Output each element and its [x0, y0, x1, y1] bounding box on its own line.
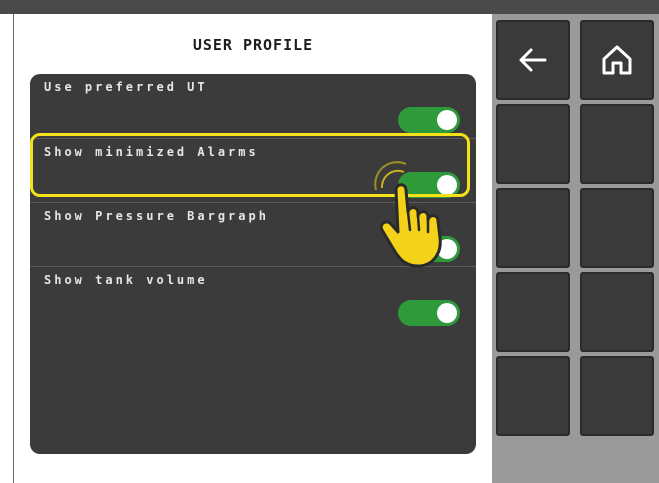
screen: USER PROFILE Use preferred UT Show minim…: [0, 0, 659, 483]
show-minimized-alarms-toggle[interactable]: [398, 172, 460, 198]
left-edge: [0, 14, 14, 483]
side-button-4[interactable]: [580, 104, 654, 184]
page-title: USER PROFILE: [192, 36, 314, 54]
setting-row-use-preferred-ut: Use preferred UT: [30, 74, 476, 138]
side-button-10[interactable]: [580, 356, 654, 436]
side-button-9[interactable]: [496, 356, 570, 436]
setting-row-show-tank-volume: Show tank volume: [30, 266, 476, 331]
settings-card: Use preferred UT Show minimized Alarms S…: [30, 74, 476, 454]
show-pressure-bargraph-toggle[interactable]: [398, 236, 460, 262]
side-button-5[interactable]: [496, 188, 570, 268]
setting-label: Show Pressure Bargraph: [44, 209, 269, 223]
show-tank-volume-toggle[interactable]: [398, 300, 460, 326]
home-icon: [602, 45, 632, 75]
setting-row-show-pressure-bargraph: Show Pressure Bargraph: [30, 202, 476, 267]
setting-label: Show tank volume: [44, 273, 208, 287]
use-preferred-ut-toggle[interactable]: [398, 107, 460, 133]
side-button-3[interactable]: [496, 104, 570, 184]
toggle-knob: [437, 110, 457, 130]
main-panel: USER PROFILE Use preferred UT Show minim…: [14, 14, 492, 483]
setting-label: Use preferred UT: [44, 80, 208, 94]
toggle-knob: [437, 175, 457, 195]
toggle-knob: [437, 239, 457, 259]
top-bar: [0, 0, 659, 14]
side-panel: [492, 14, 659, 483]
toggle-knob: [437, 303, 457, 323]
setting-label: Show minimized Alarms: [44, 145, 259, 159]
setting-row-show-minimized-alarms: Show minimized Alarms: [30, 138, 476, 203]
side-button-7[interactable]: [496, 272, 570, 352]
home-button[interactable]: [580, 20, 654, 100]
side-button-8[interactable]: [580, 272, 654, 352]
arrow-left-icon: [519, 48, 547, 72]
side-button-6[interactable]: [580, 188, 654, 268]
back-button[interactable]: [496, 20, 570, 100]
